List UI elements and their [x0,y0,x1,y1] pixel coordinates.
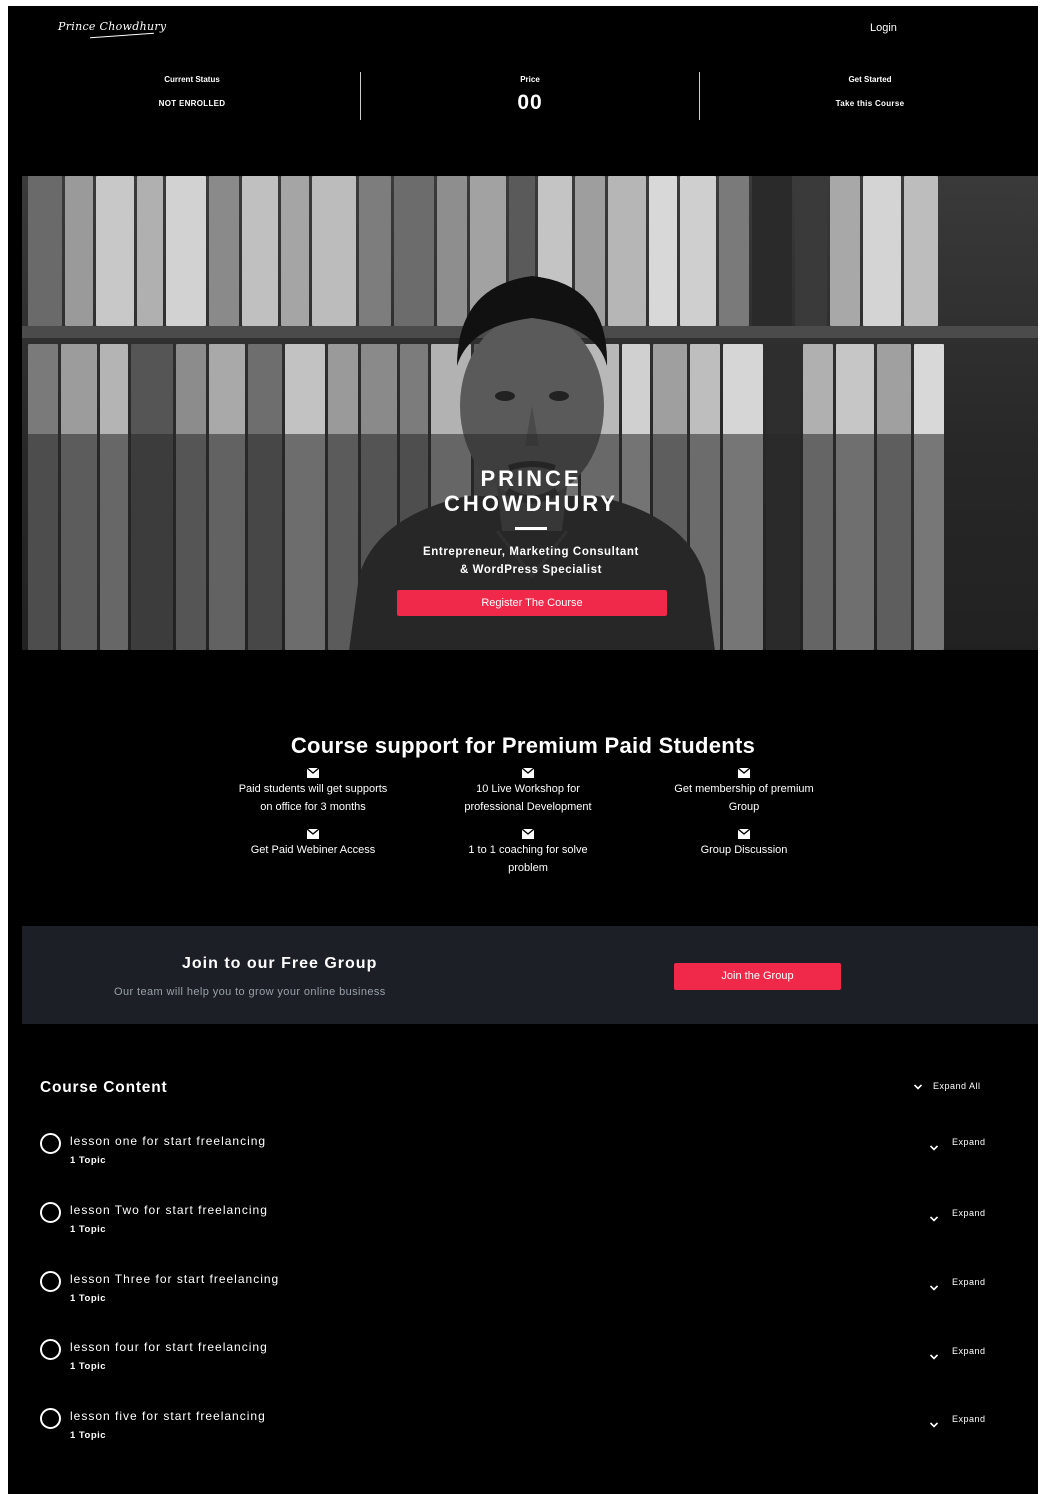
feature-line1: Paid students will get supports [238,783,388,795]
feature-line2: problem [508,862,548,874]
mail-icon [307,768,319,778]
current-status-value: NOT ENROLLED [158,99,226,108]
lesson-expand-label: Expand [952,1137,986,1147]
register-course-button[interactable]: Register The Course [397,590,667,616]
lesson-title[interactable]: lesson Three for start freelancing [70,1272,279,1286]
lesson-topic-count: 1 Topic [70,1293,107,1304]
feature-line1: Get Paid Webiner Access [250,844,376,856]
hero-subtitle: Entrepreneur, Marketing Consultant & Wor… [22,543,1038,579]
feature-line1: 1 to 1 coaching for solve [468,844,588,856]
lesson-status-icon [40,1202,61,1223]
expand-all-label: Expand All [933,1081,981,1091]
course-status-bar: Current Status NOT ENROLLED Price 00 Get… [8,66,1038,126]
lesson-item[interactable]: lesson Three for start freelancing 1 Top… [40,1269,1010,1319]
hero-subtitle-line1: Entrepreneur, Marketing Consultant [423,546,639,558]
join-subtitle: Our team will help you to grow your onli… [114,986,386,998]
mail-icon [522,829,534,839]
feature-line2: on office for 3 months [260,801,366,813]
lesson-expand-label: Expand [952,1277,986,1287]
chevron-down-icon [914,1084,922,1090]
feature-item: Get membership of premium Group [637,768,851,816]
chevron-down-icon [930,1216,938,1222]
lesson-expand-label: Expand [952,1414,986,1424]
feature-line1: Get membership of premium [674,783,814,795]
lesson-expand-label: Expand [952,1346,986,1356]
price-label: Price [520,75,540,84]
course-content-title: Course Content [40,1079,168,1096]
hero-name-line1: PRINCE [480,466,582,491]
lesson-topic-count: 1 Topic [70,1155,107,1166]
lesson-status-icon [40,1271,61,1292]
feature-item: Paid students will get supports on offic… [206,768,420,816]
mail-icon [522,768,534,778]
join-title: Join to our Free Group [182,955,378,972]
current-status-label: Current Status [164,75,220,84]
hero-divider [515,527,547,530]
get-started-label: Get Started [848,75,892,84]
lesson-topic-count: 1 Topic [70,1430,107,1441]
lesson-item[interactable]: lesson Two for start freelancing 1 Topic… [40,1200,1010,1250]
feature-item: Get Paid Webiner Access [206,829,420,859]
lesson-title[interactable]: lesson Two for start freelancing [70,1203,268,1217]
join-group-button[interactable]: Join the Group [674,963,841,990]
take-course-link[interactable]: Take this Course [700,99,1038,108]
chevron-down-icon [930,1285,938,1291]
logo-underline [90,32,154,39]
lesson-status-icon [40,1133,61,1154]
hero-name-line2: CHOWDHURY [443,491,619,516]
lesson-topic-count: 1 Topic [70,1224,107,1235]
mail-icon [307,829,319,839]
lesson-status-icon [40,1408,61,1429]
lesson-title[interactable]: lesson five for start freelancing [70,1409,266,1423]
hero-banner: PRINCE CHOWDHURY Entrepreneur, Marketing… [22,176,1038,650]
get-started: Get Started Take this Course [700,66,1038,126]
lesson-title[interactable]: lesson one for start freelancing [70,1134,266,1148]
login-link[interactable]: Login [870,22,897,34]
feature-line1: Group Discussion [700,844,788,856]
expand-all-button[interactable]: Expand All [914,1081,981,1091]
feature-item: Group Discussion [637,829,851,859]
feature-line2: professional Development [464,801,592,813]
feature-line2: Group [728,801,760,813]
lesson-item[interactable]: lesson four for start freelancing 1 Topi… [40,1337,1010,1387]
lesson-title[interactable]: lesson four for start freelancing [70,1340,268,1354]
chevron-down-icon [930,1354,938,1360]
lesson-status-icon [40,1339,61,1360]
lesson-topic-count: 1 Topic [70,1361,107,1372]
course-page: Prince Chowdhury Login Current Status NO… [8,6,1038,1494]
feature-item: 1 to 1 coaching for solve problem [421,829,635,877]
price: Price 00 [360,66,700,126]
hero-name: PRINCE CHOWDHURY [22,466,1038,516]
join-group-panel: Join to our Free Group Our team will hel… [22,926,1038,1024]
mail-icon [738,829,750,839]
feature-item: 10 Live Workshop for professional Develo… [421,768,635,816]
lesson-expand-label: Expand [952,1208,986,1218]
feature-line1: 10 Live Workshop for [476,783,580,795]
chevron-down-icon [930,1145,938,1151]
support-title: Course support for Premium Paid Students [290,733,756,758]
chevron-down-icon [930,1422,938,1428]
lesson-item[interactable]: lesson one for start freelancing 1 Topic… [40,1131,1010,1181]
lesson-item[interactable]: lesson five for start freelancing 1 Topi… [40,1406,1010,1456]
price-value: 00 [517,91,543,114]
hero-subtitle-line2: & WordPress Specialist [459,564,603,576]
mail-icon [738,768,750,778]
logo[interactable]: Prince Chowdhury [58,20,166,33]
current-status: Current Status NOT ENROLLED [22,66,362,126]
